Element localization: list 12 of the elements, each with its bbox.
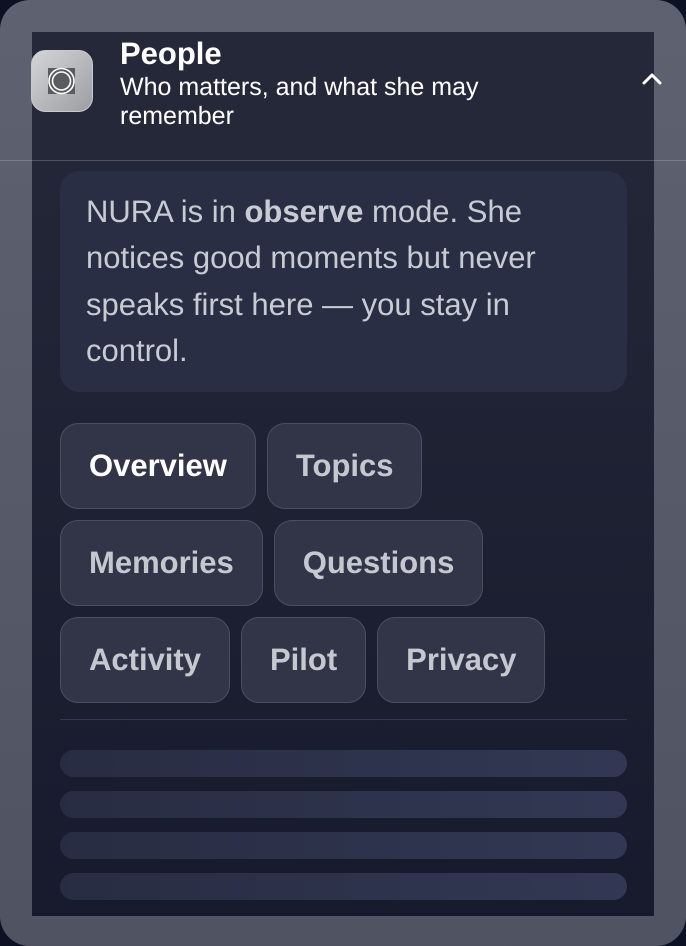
tab[interactable]: Pilot (240, 617, 366, 704)
tab[interactable]: Questions (274, 520, 484, 606)
chevron-up-icon[interactable] (642, 73, 662, 85)
rings-icon (31, 50, 93, 112)
tab[interactable]: Activity (60, 617, 230, 704)
tab[interactable]: Memories (60, 520, 263, 606)
panel-subtitle: Who matters, and what she may remember (120, 73, 480, 131)
panel-title: People (120, 35, 223, 73)
tab[interactable]: Topics (266, 423, 422, 510)
tab[interactable]: Overview (60, 423, 256, 510)
notice-text: NURA is in observe mode. She notices good moments but never speaks first here — you stay in control. (86, 193, 537, 370)
tab[interactable]: Privacy (377, 617, 546, 704)
